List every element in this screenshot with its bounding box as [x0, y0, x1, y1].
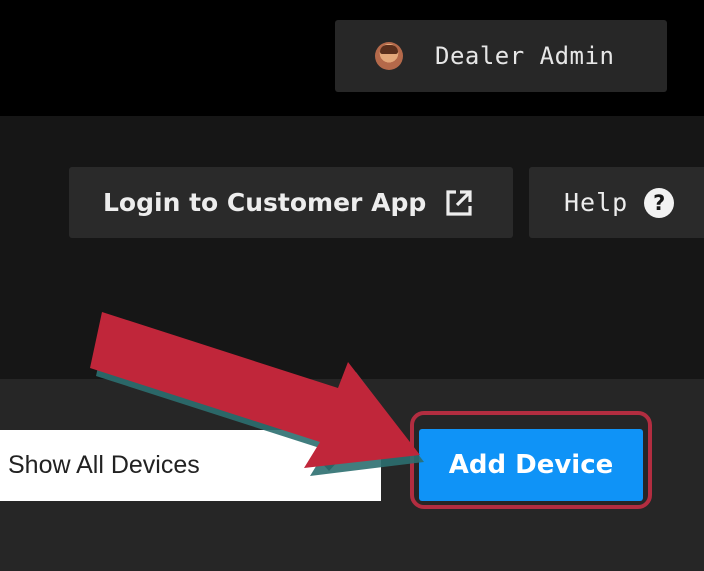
help-button-label: Help	[564, 188, 629, 217]
help-button[interactable]: Help ?	[529, 167, 704, 238]
add-device-label: Add Device	[448, 450, 614, 480]
add-device-button[interactable]: Add Device	[419, 429, 643, 501]
content-area: Show All Devices Add Device	[0, 379, 704, 571]
caret-down-icon	[318, 459, 340, 471]
external-link-icon	[446, 189, 472, 216]
question-circle-icon: ?	[644, 187, 675, 218]
top-bar: Dealer Admin	[0, 0, 704, 116]
header-bar: Login to Customer App Help ?	[0, 116, 704, 379]
login-to-customer-app-button[interactable]: Login to Customer App	[69, 167, 513, 238]
device-filter-value: Show All Devices	[8, 451, 200, 479]
login-button-label: Login to Customer App	[103, 188, 427, 217]
user-menu-button[interactable]: Dealer Admin	[335, 20, 667, 92]
user-name: Dealer Admin	[435, 42, 615, 70]
user-avatar-icon	[375, 42, 403, 70]
device-filter-select[interactable]: Show All Devices	[0, 430, 381, 501]
